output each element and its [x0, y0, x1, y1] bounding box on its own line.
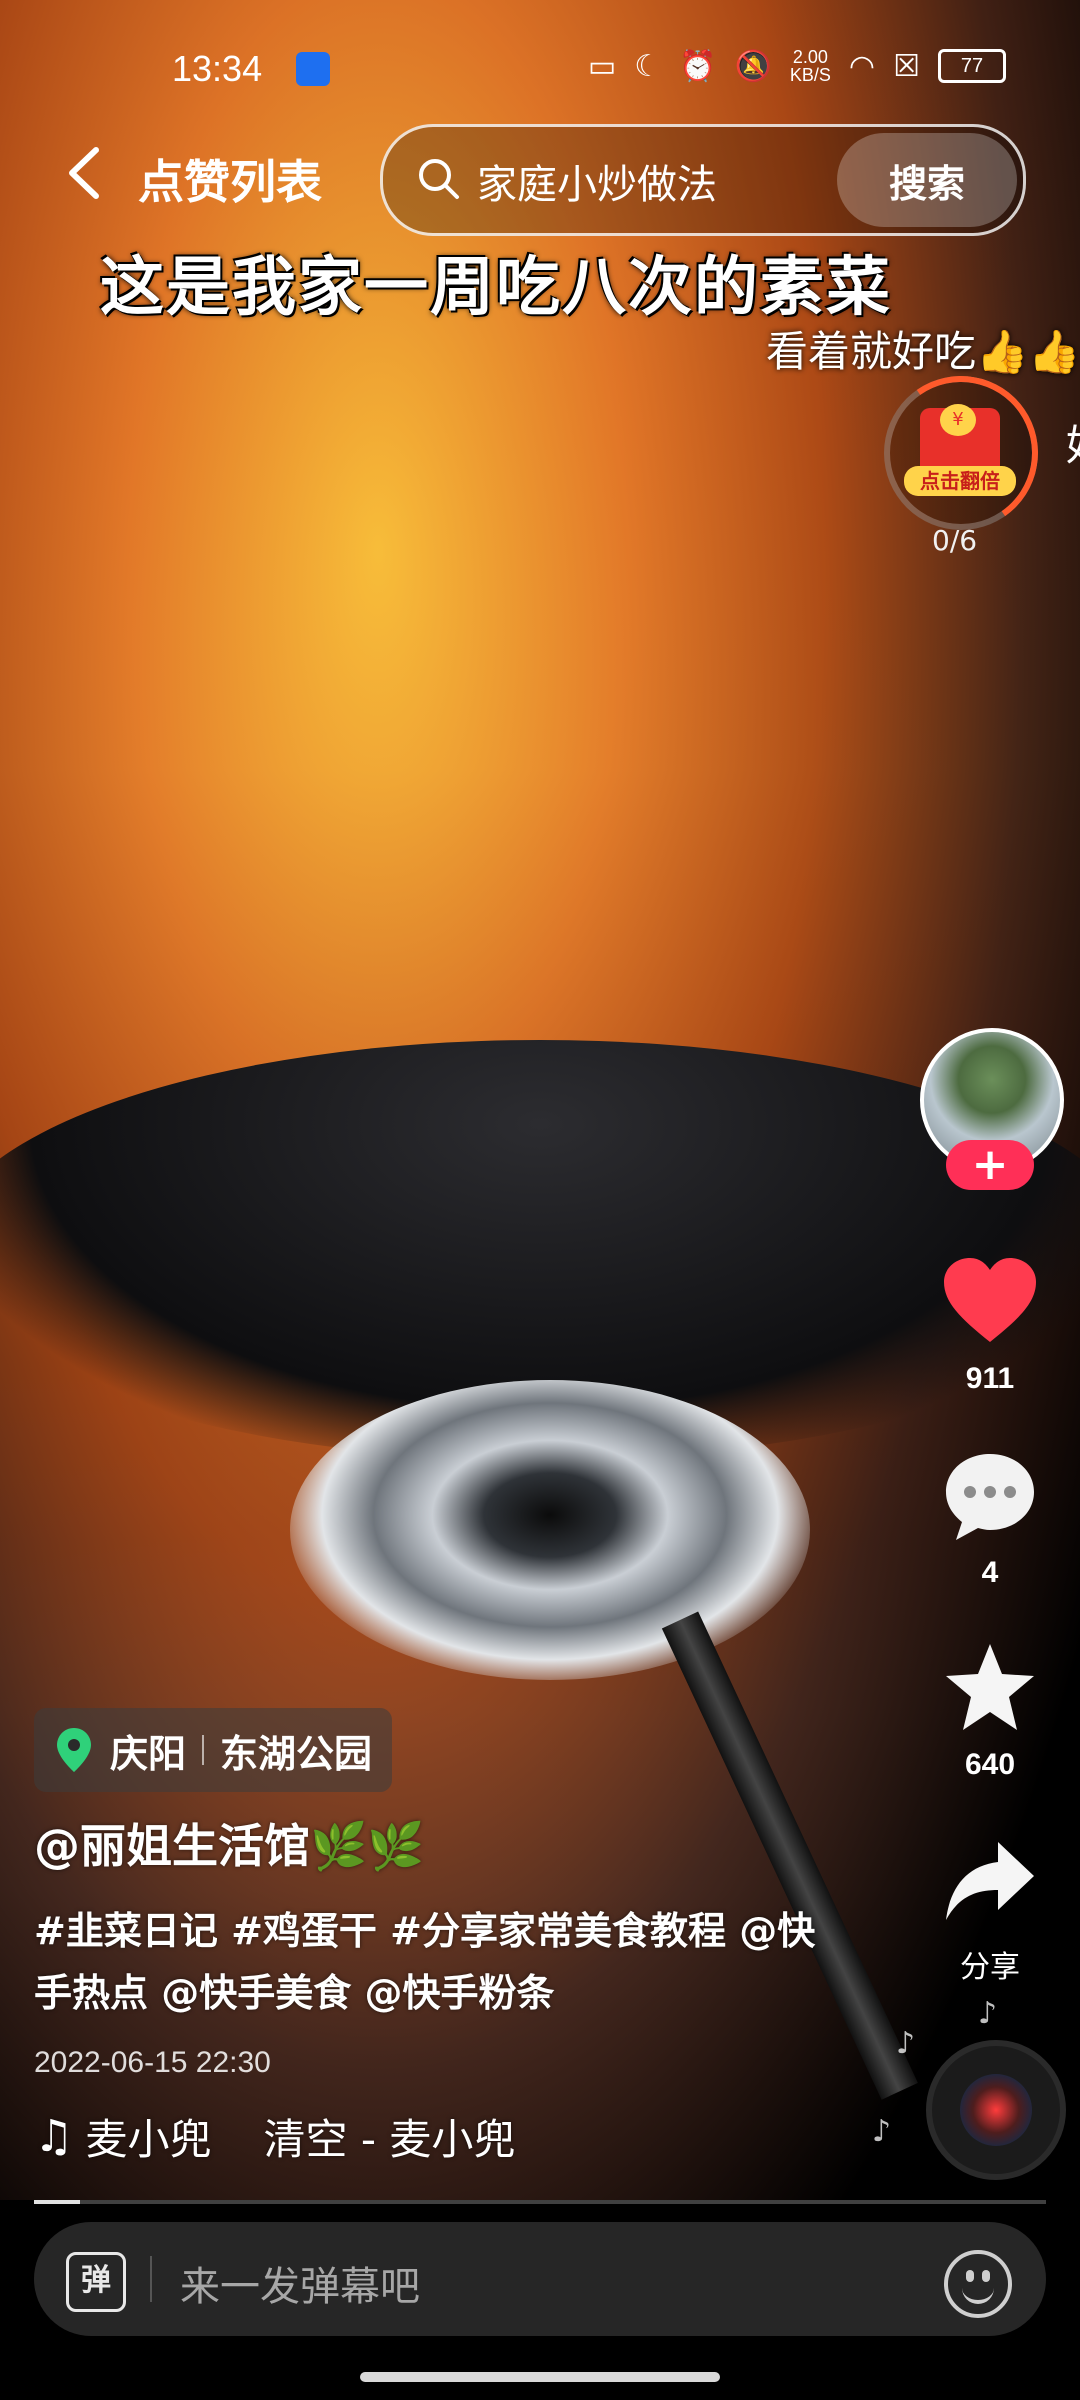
battery-icon: 77: [938, 49, 1006, 83]
video-frame-burner: [290, 1380, 810, 1680]
follow-button[interactable]: +: [946, 1140, 1034, 1190]
network-speed: 2.00 KB/S: [790, 48, 831, 84]
danmu-toggle-button[interactable]: 弹: [66, 2252, 126, 2312]
chevron-left-icon: [69, 147, 99, 199]
location-tag[interactable]: 庆阳 东湖公园: [34, 1708, 393, 1792]
moon-icon: ☾: [634, 48, 662, 84]
emoji-button[interactable]: [944, 2250, 1012, 2318]
red-packet-label: 点击翻倍: [904, 466, 1016, 496]
emoji-smile-icon: [962, 2284, 994, 2304]
status-icons: ▭ ☾ ⏰ 🔕 2.00 KB/S ◠ ☒ 77: [588, 48, 1006, 84]
video-frame-handle: [661, 1611, 918, 2100]
music-artist: 麦小兜: [85, 2115, 212, 2164]
status-time: 13:34: [172, 48, 263, 89]
location-divider: [202, 1735, 205, 1765]
search-box[interactable]: 家庭小炒做法 搜索: [380, 124, 1026, 236]
page-title: 点赞列表: [138, 155, 322, 209]
floating-note-icon: ♪: [896, 2026, 916, 2061]
nfc-icon: ▭: [587, 48, 617, 84]
like-count: 911: [965, 1362, 1015, 1395]
network-speed-unit: KB/S: [789, 65, 831, 85]
network-speed-value: 2.00: [792, 47, 828, 67]
sim-off-icon: ☒: [893, 48, 920, 84]
danmu-input-bar[interactable]: 弹 来一发弹幕吧: [34, 2222, 1046, 2336]
emoji-eye-left: [966, 2270, 974, 2282]
post-description-line2: 手热点 @快手美食 @快手粉条: [34, 1971, 555, 2015]
star-icon: [946, 1644, 1034, 1730]
emoji-eye-right: [982, 2270, 990, 2282]
location-city: 庆阳: [110, 1731, 187, 1776]
status-bar: 13:34 ▭ ☾ ⏰ 🔕 2.00 KB/S ◠ ☒ 77: [0, 48, 1080, 96]
wifi-icon: ◠: [848, 48, 876, 84]
top-bar: 点赞列表 家庭小炒做法 搜索: [0, 124, 1080, 236]
favorite-count: 640: [964, 1748, 1016, 1781]
like-button[interactable]: 911: [930, 1254, 1050, 1396]
search-input[interactable]: 家庭小炒做法: [477, 152, 717, 210]
danmu-comment-next: 好: [1066, 412, 1080, 473]
danmu-comment: 看着就好吃👍👍: [766, 327, 1080, 376]
floating-note-icon: ♪: [872, 2114, 892, 2149]
music-info[interactable]: ♫ 麦小兜 清空 - 麦小兜: [34, 2106, 515, 2167]
share-label: 分享: [960, 1950, 1020, 1985]
coin-icon: ¥: [940, 404, 976, 436]
notification-app-icon: [296, 52, 330, 86]
comment-button[interactable]: 4: [930, 1448, 1050, 1590]
video-caption-overlay: 这是我家一周吃八次的素菜: [100, 251, 892, 325]
location-place: 东湖公园: [220, 1731, 373, 1776]
comment-bubble-icon: [946, 1454, 1034, 1540]
floating-note-icon: ♪: [978, 1996, 998, 2031]
music-song: 清空 - 麦小兜: [263, 2115, 516, 2164]
mute-icon: 🔕: [734, 48, 772, 84]
share-button[interactable]: 分享: [930, 1834, 1050, 1986]
post-date: 2022-06-15 22:30: [34, 2046, 271, 2079]
comment-count: 4: [981, 1556, 999, 1589]
location-pin-icon: [57, 1728, 91, 1772]
music-note-icon: ♫: [34, 2111, 74, 2162]
red-packet-widget[interactable]: ¥ 点击翻倍: [871, 363, 1051, 543]
heart-icon: [944, 1258, 1036, 1342]
music-disc[interactable]: [926, 2040, 1066, 2180]
search-button[interactable]: 搜索: [837, 133, 1017, 227]
favorite-button[interactable]: 640: [930, 1640, 1050, 1782]
search-icon: [419, 159, 459, 199]
danmu-input[interactable]: 来一发弹幕吧: [180, 2254, 420, 2312]
post-description[interactable]: #韭菜日记 #鸡蛋干 #分享家常美食教程 @快 手热点 @快手美食 @快手粉条: [34, 1900, 834, 2024]
music-disc-cover: [960, 2074, 1032, 2146]
bottom-bar: 弹 来一发弹幕吧: [0, 2204, 1080, 2400]
back-button[interactable]: [60, 142, 110, 204]
share-arrow-icon: [946, 1842, 1034, 1920]
home-indicator[interactable]: [360, 2372, 720, 2382]
author-name[interactable]: @丽姐生活馆🌿🌿: [34, 1810, 425, 1876]
red-packet-progress: 0/6: [932, 524, 978, 557]
danmu-divider: [150, 2256, 152, 2302]
alarm-icon: ⏰: [679, 48, 717, 84]
post-description-line1: #韭菜日记 #鸡蛋干 #分享家常美食教程 @快: [34, 1909, 816, 1953]
